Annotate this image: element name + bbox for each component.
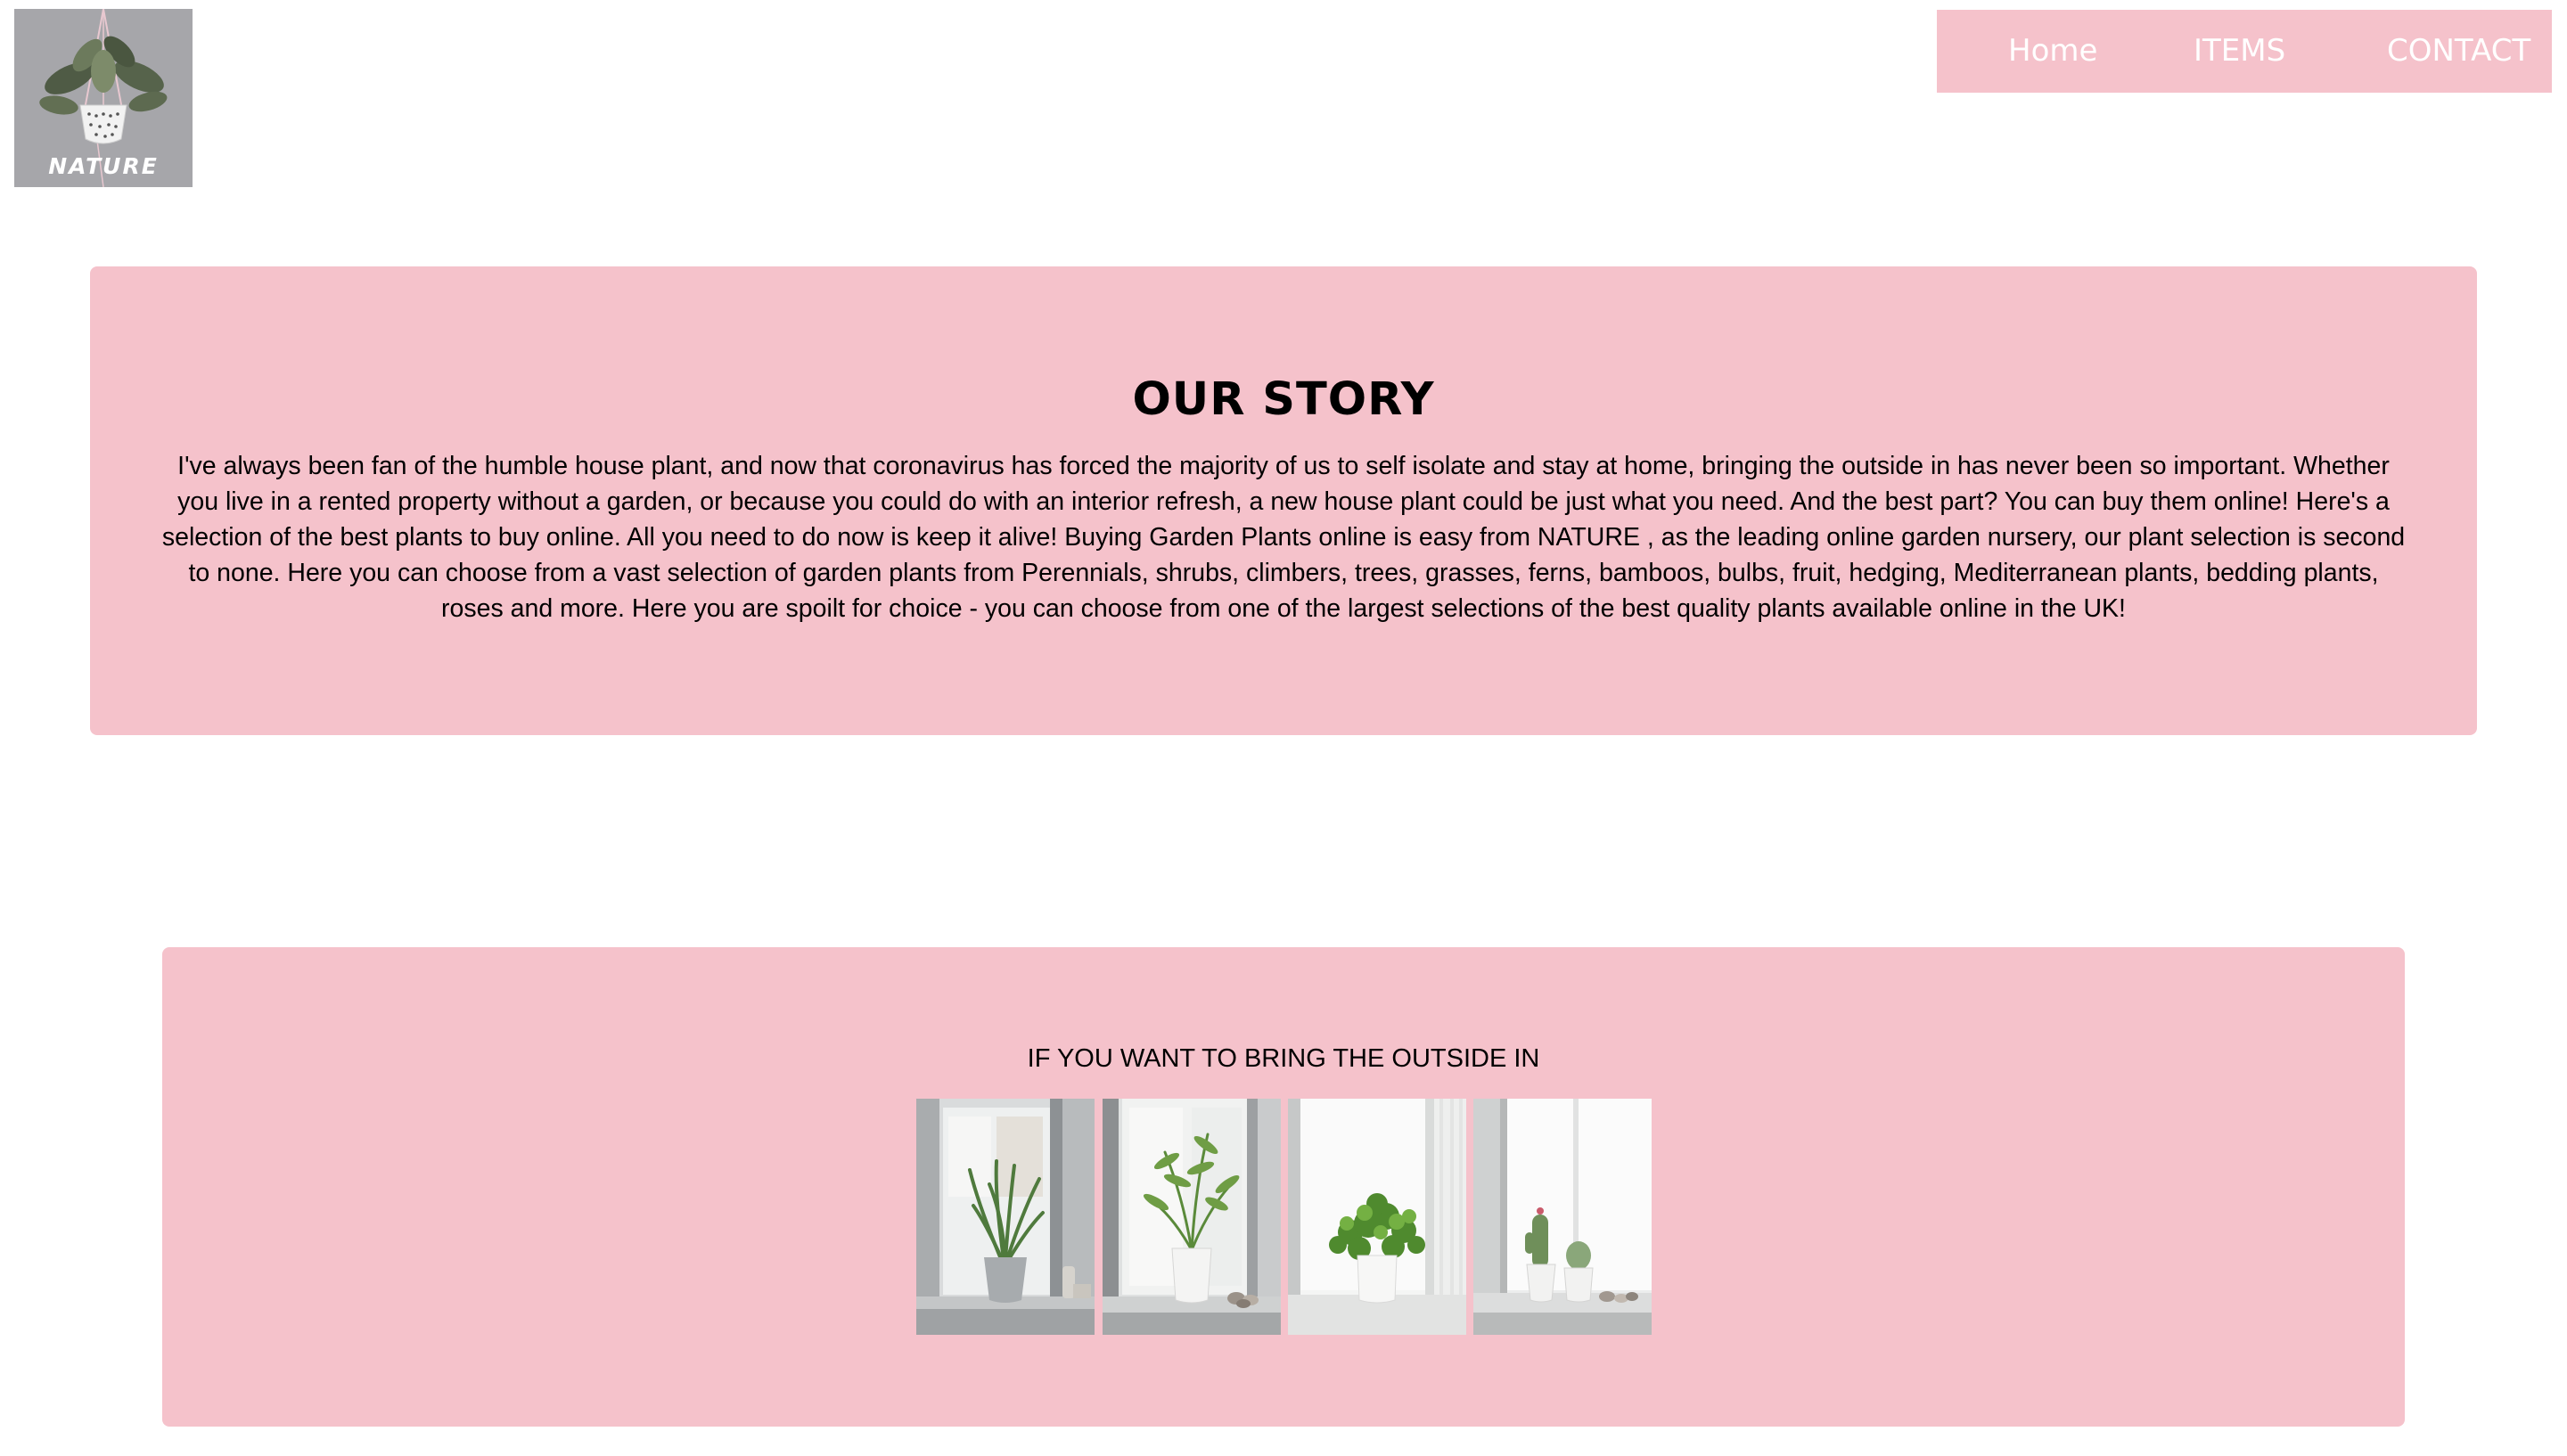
main-nav: Home ITEMS CONTACT xyxy=(1937,10,2552,93)
page: NATURE Home ITEMS CONTACT OUR STORY I've… xyxy=(0,0,2567,1456)
palm-plant-photo[interactable] xyxy=(1103,1099,1281,1335)
nature-logo[interactable]: NATURE xyxy=(14,9,193,187)
nav-link-items[interactable]: ITEMS xyxy=(2194,10,2285,93)
logo-text: NATURE xyxy=(48,153,159,179)
cactus-plant-photo[interactable] xyxy=(1473,1099,1652,1335)
grass-plant-photo[interactable] xyxy=(916,1099,1095,1335)
nav-link-home[interactable]: Home xyxy=(2008,10,2097,93)
outside-in-section: IF YOU WANT TO BRING THE OUTSIDE IN xyxy=(162,947,2405,1427)
our-story-section: OUR STORY I've always been fan of the hu… xyxy=(90,266,2477,735)
story-title: OUR STORY xyxy=(1132,373,1435,426)
nav-link-contact[interactable]: CONTACT xyxy=(2387,10,2530,93)
ivy-plant-photo[interactable] xyxy=(1288,1099,1466,1335)
plant-gallery xyxy=(916,1099,1656,1335)
outside-in-title: IF YOU WANT TO BRING THE OUTSIDE IN xyxy=(1027,1044,1540,1073)
story-body: I've always been fan of the humble house… xyxy=(161,452,2406,623)
